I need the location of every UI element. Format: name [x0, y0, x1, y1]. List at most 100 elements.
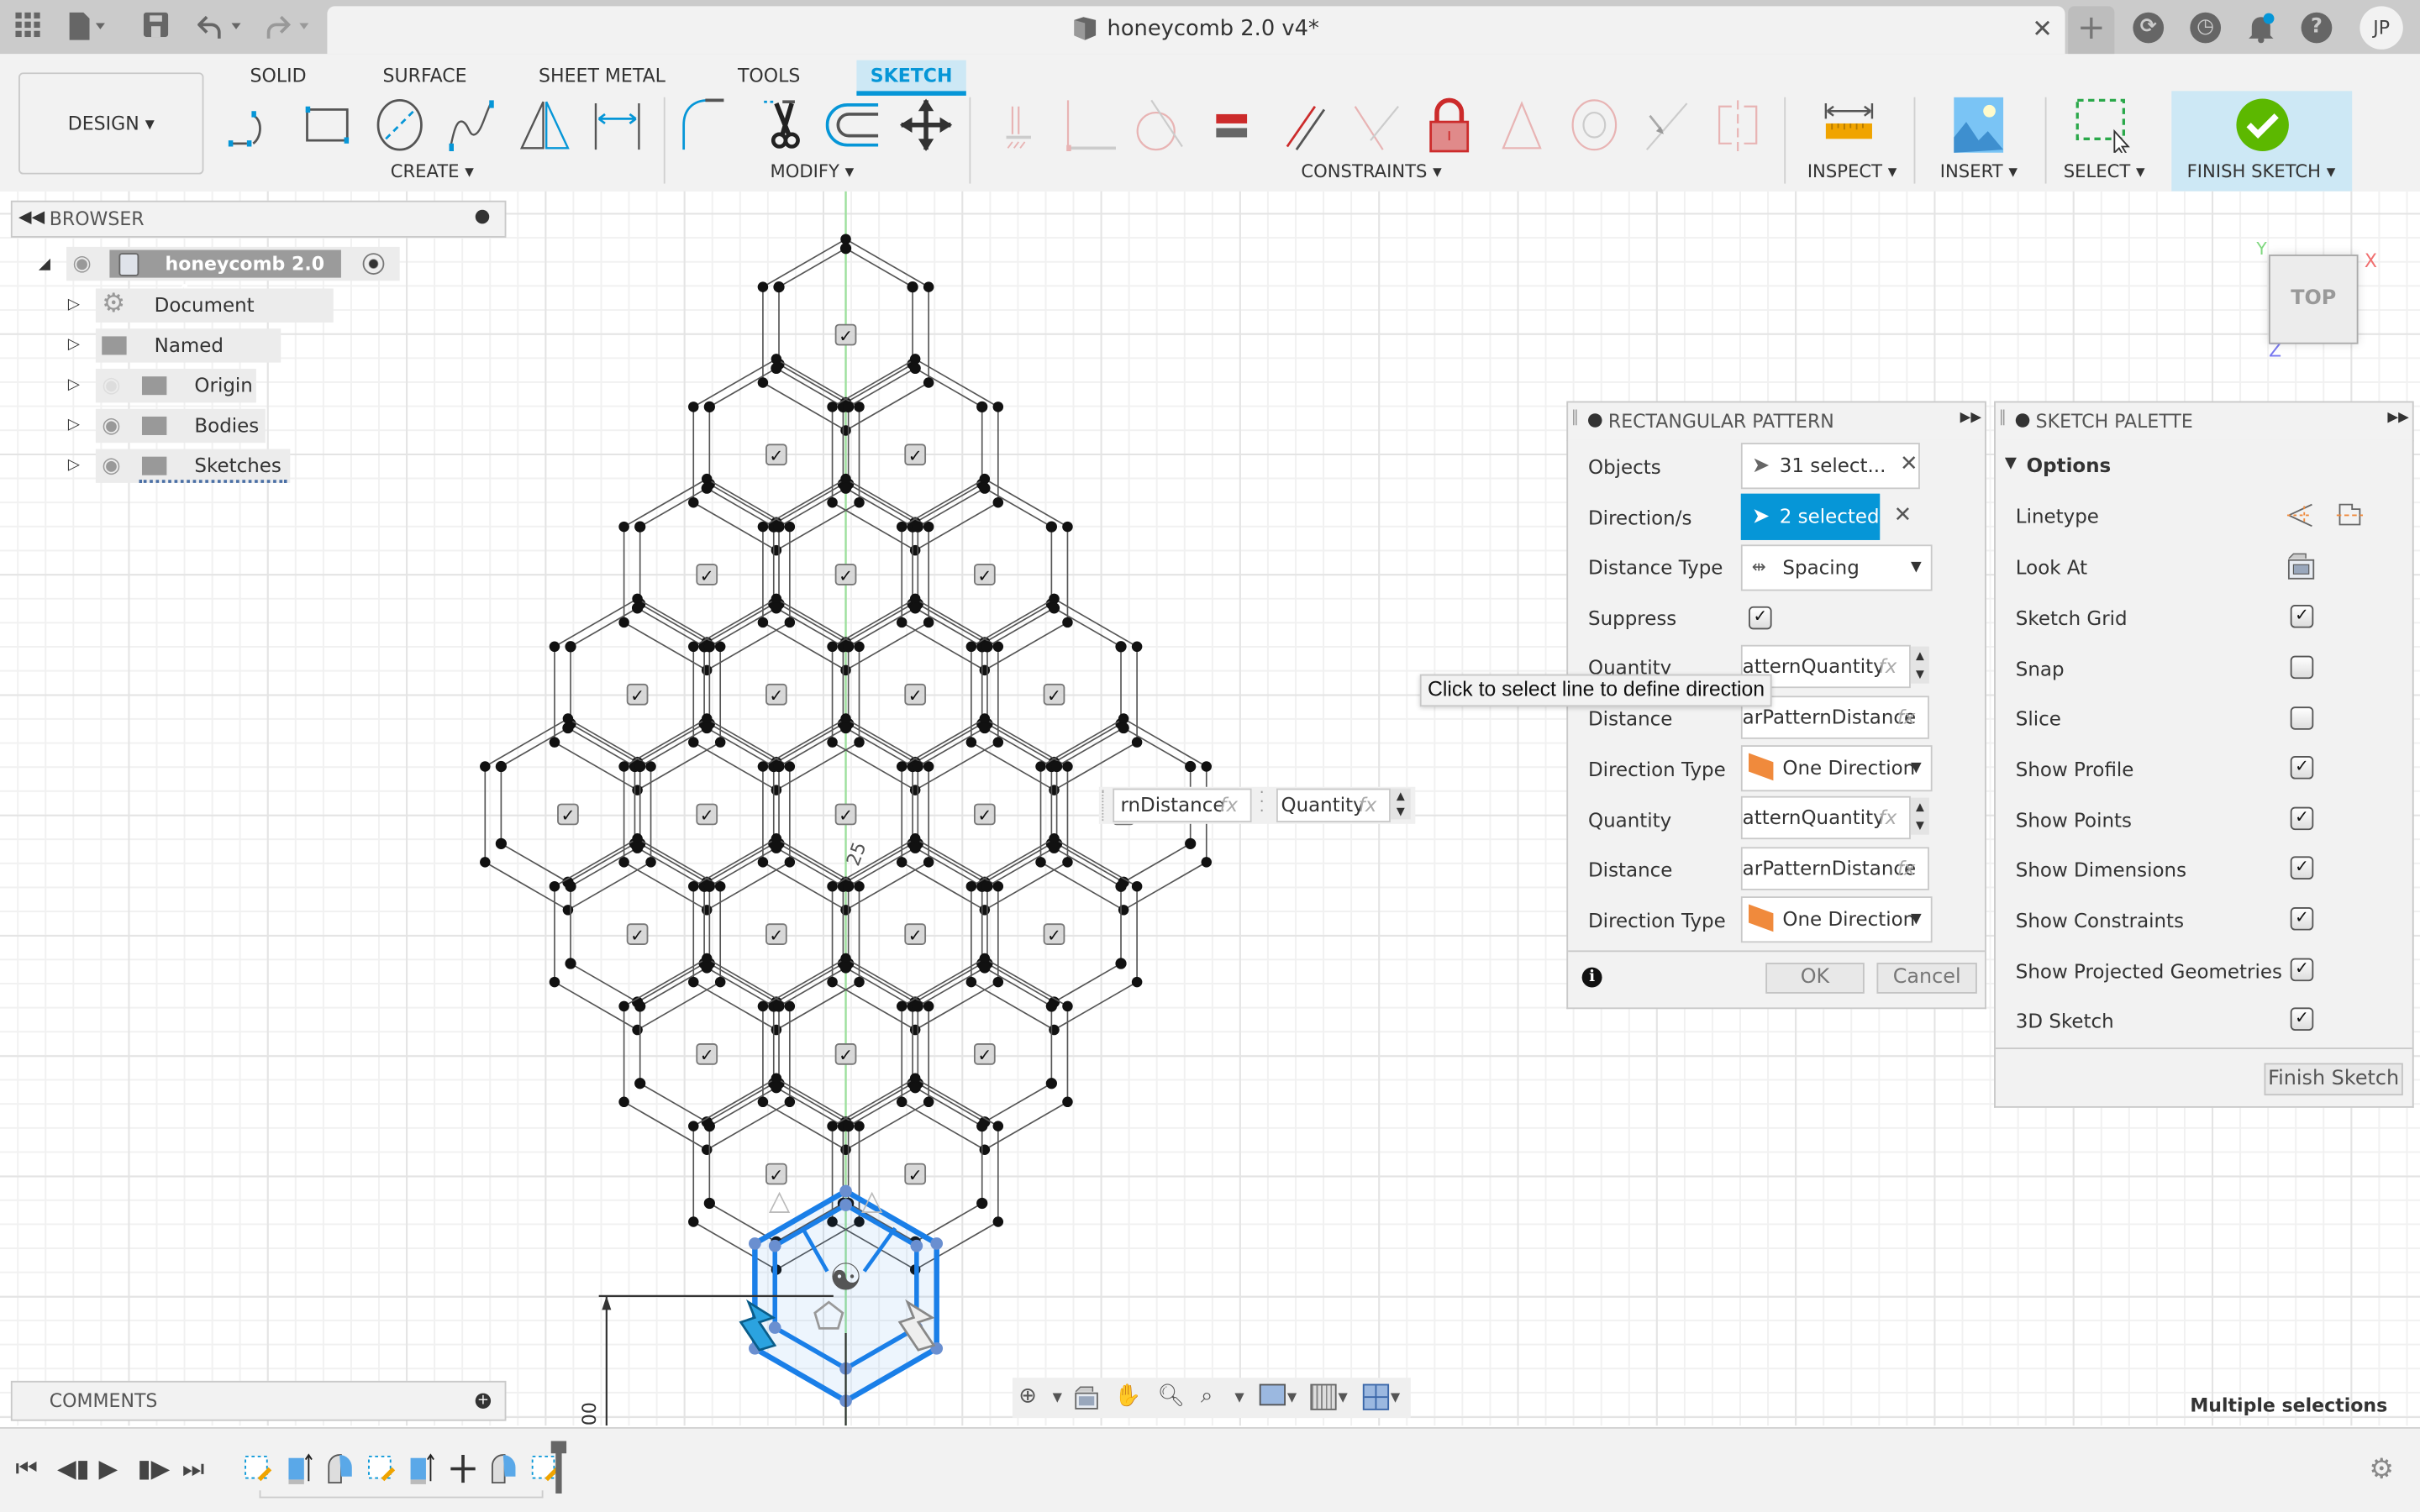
sketch-point[interactable] — [992, 737, 1004, 748]
sketch-point[interactable] — [843, 880, 855, 892]
sketch-point[interactable] — [840, 425, 851, 436]
activate-radio[interactable] — [362, 253, 385, 275]
sketch-point[interactable] — [1035, 857, 1046, 868]
sketch-point[interactable] — [1062, 857, 1073, 868]
sketch-point[interactable] — [632, 1024, 643, 1036]
sketch-point[interactable] — [1049, 833, 1060, 844]
sketch-point[interactable] — [827, 641, 838, 653]
snap-checkbox[interactable] — [2290, 655, 2314, 680]
sketch-point[interactable] — [912, 760, 923, 773]
sketch-point[interactable] — [565, 641, 576, 653]
sketch-point[interactable] — [771, 593, 782, 605]
sketch-point[interactable] — [907, 281, 918, 293]
sketch-point[interactable] — [565, 880, 576, 892]
construction-linetype-icon[interactable] — [2286, 501, 2313, 529]
sketch-point[interactable] — [701, 722, 713, 734]
sketch-point[interactable] — [688, 1216, 699, 1227]
sketch-point[interactable] — [979, 482, 991, 494]
display-settings-icon[interactable] — [1259, 1383, 1286, 1406]
sketch-point[interactable] — [1115, 958, 1127, 969]
sketch-point[interactable] — [688, 1121, 699, 1131]
expand-triangle-icon[interactable]: ▷ — [68, 336, 80, 353]
sketch-point[interactable] — [495, 760, 507, 773]
sketch-point[interactable] — [701, 905, 713, 916]
info-icon[interactable]: i — [1581, 967, 1602, 988]
view-cube-top-face[interactable]: TOP — [2269, 255, 2359, 344]
sketch-point[interactable] — [1049, 593, 1060, 605]
directions-selector[interactable]: ➤ 2 selected — [1740, 493, 1881, 540]
sketch-point[interactable] — [634, 760, 646, 773]
close-tab-button[interactable]: ✕ — [2032, 14, 2053, 44]
sketch-point[interactable] — [701, 713, 713, 724]
sketch-point[interactable] — [1115, 641, 1127, 653]
expand-triangle-icon[interactable]: ▷ — [68, 417, 80, 433]
zoom-icon[interactable]: 🔍︎ — [1158, 1384, 1186, 1412]
show-points-checkbox[interactable]: ✓ — [2290, 806, 2314, 831]
timeline-fillet-feature[interactable] — [489, 1453, 517, 1484]
modify-menu[interactable]: MODIFY ▾ — [771, 160, 855, 182]
quantity-2-input[interactable]: atternQuantity fx — [1740, 795, 1911, 840]
sketch-point[interactable] — [909, 785, 921, 795]
sketch-point[interactable] — [1131, 976, 1143, 988]
sketch-point[interactable] — [701, 1144, 713, 1155]
objects-selector[interactable]: ➤ 31 select... — [1740, 443, 1920, 490]
save-icon[interactable] — [143, 12, 169, 44]
inspect-menu[interactable]: INSPECT ▾ — [1807, 160, 1897, 182]
sketch-point[interactable] — [923, 617, 934, 628]
direction-type-2-dropdown[interactable]: One Direction ▼ — [1740, 896, 1933, 943]
sketch-point[interactable] — [701, 482, 713, 494]
sketch-point[interactable] — [618, 521, 629, 533]
tab-sheet-metal[interactable]: SHEET METAL — [526, 60, 677, 96]
sketch-point[interactable] — [480, 857, 491, 868]
selected-point[interactable] — [910, 1239, 923, 1252]
sketch-point[interactable] — [843, 401, 855, 412]
document-tab[interactable]: honeycomb 2.0 v4* ✕ — [327, 6, 2065, 55]
grid-settings-icon[interactable] — [1310, 1383, 1337, 1410]
sketch-point[interactable] — [784, 857, 796, 868]
sketch-point[interactable] — [1118, 722, 1129, 734]
distance-2-input[interactable]: arPatternDistance fx — [1740, 847, 1929, 890]
sketch-point[interactable] — [976, 1197, 988, 1210]
sketch-point[interactable] — [771, 1073, 782, 1084]
concentric-constraint-button[interactable] — [1566, 97, 1622, 153]
sketch-point[interactable] — [703, 880, 715, 892]
sketch-point[interactable] — [1049, 1024, 1060, 1036]
lock-constraint-button[interactable] — [1422, 97, 1477, 153]
sketch-point[interactable] — [896, 761, 908, 772]
sketch-point[interactable] — [771, 1024, 782, 1036]
sketch-point[interactable] — [981, 641, 993, 653]
distance-type-dropdown[interactable]: ⇹ Spacing ▼ — [1740, 544, 1933, 591]
sketch-point[interactable] — [631, 602, 644, 614]
sketch-point[interactable] — [701, 664, 713, 676]
timeline-sketch-feature[interactable] — [530, 1453, 558, 1484]
timeline-sketch-feature[interactable] — [366, 1453, 395, 1484]
sketch-point[interactable] — [480, 761, 491, 772]
sketch-point[interactable] — [688, 976, 699, 988]
sketch-point[interactable] — [965, 880, 977, 892]
tab-solid[interactable]: SOLID — [238, 60, 318, 96]
notifications-icon[interactable] — [2245, 13, 2276, 50]
sketch-point[interactable] — [784, 1096, 796, 1108]
sketch-point[interactable] — [896, 1096, 908, 1108]
mirror-tool-button[interactable] — [517, 97, 572, 153]
sketch-point[interactable] — [618, 617, 629, 628]
sketch-point[interactable] — [1035, 761, 1046, 772]
sketch-point[interactable] — [992, 402, 1004, 412]
sketch-point[interactable] — [1045, 1078, 1057, 1089]
sketch-point[interactable] — [979, 664, 991, 676]
sketch-point[interactable] — [909, 842, 921, 853]
first-icon[interactable]: ⏮ — [15, 1453, 37, 1484]
insert-image-button[interactable] — [1951, 97, 2007, 153]
selected-point[interactable] — [749, 1237, 761, 1250]
sketch-point[interactable] — [912, 521, 923, 533]
sketch-point[interactable] — [703, 1197, 715, 1210]
chevron-down-icon[interactable]: ▼ — [1053, 1390, 1062, 1418]
comments-panel[interactable]: COMMENTS + — [10, 1380, 507, 1421]
pan-icon[interactable]: ✋ — [1114, 1384, 1141, 1412]
sketch-point[interactable] — [909, 602, 921, 614]
sketch-point[interactable] — [909, 833, 921, 844]
orbit-icon[interactable]: ⊕ — [1018, 1384, 1037, 1412]
sketch-point[interactable] — [701, 953, 713, 964]
sketch-point[interactable] — [979, 962, 991, 974]
sketch-point[interactable] — [923, 857, 934, 868]
